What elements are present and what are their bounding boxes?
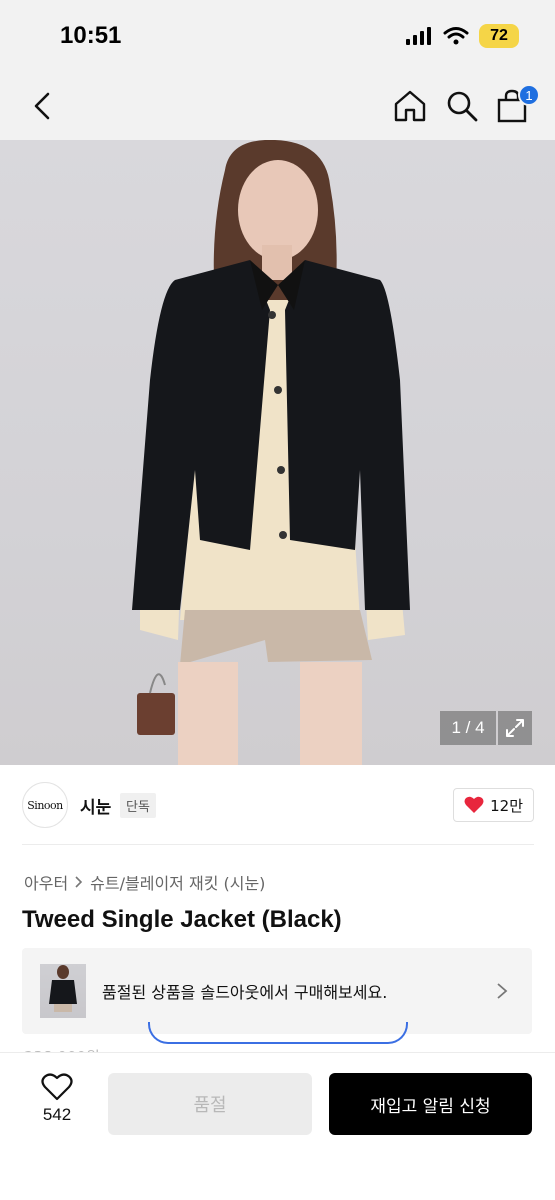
chevron-left-icon[interactable] xyxy=(26,88,62,124)
soldout-thumbnail xyxy=(40,964,86,1018)
brand-logo-text: Sinoon xyxy=(27,798,63,812)
product-title: Tweed Single Jacket (Black) xyxy=(22,906,342,933)
status-bar: 10:51 72 xyxy=(0,0,555,72)
brand-logo[interactable]: Sinoon xyxy=(22,782,68,828)
chevron-right-icon xyxy=(497,983,508,999)
product-image[interactable]: 1 / 4 xyxy=(0,140,555,765)
breadcrumb-subcategory[interactable]: 슈트/블레이저 재킷 (시눈) xyxy=(90,870,265,894)
exclusive-badge: 단독 xyxy=(120,793,156,818)
wishlist-button[interactable]: 542 xyxy=(30,1073,84,1135)
model-photo xyxy=(132,140,410,765)
nav-bar: 1 xyxy=(0,72,555,140)
soldout-banner-text: 품절된 상품을 솔드아웃에서 구매해보세요. xyxy=(102,983,388,1002)
like-count: 12만 xyxy=(490,796,523,815)
wishlist-count: 542 xyxy=(42,1105,72,1124)
bottom-action-bar: 542 품절 재입고 알림 신청 xyxy=(0,1052,555,1200)
expand-button[interactable] xyxy=(498,711,532,745)
heart-filled-icon xyxy=(464,796,484,813)
brand-name[interactable]: 시눈 xyxy=(80,793,111,818)
battery-indicator: 72 xyxy=(479,24,519,48)
status-icons: 72 xyxy=(405,24,519,48)
soldout-button: 품절 xyxy=(108,1073,312,1135)
cart-button[interactable]: 1 xyxy=(494,84,540,124)
home-icon[interactable] xyxy=(392,88,428,124)
restock-alert-button[interactable]: 재입고 알림 신청 xyxy=(329,1073,532,1135)
image-counter: 1 / 4 xyxy=(440,711,496,745)
search-icon[interactable] xyxy=(444,88,480,124)
divider xyxy=(22,844,534,845)
breadcrumb-category[interactable]: 아우터 xyxy=(24,870,68,894)
cart-badge: 1 xyxy=(518,84,540,106)
heart-outline-icon xyxy=(41,1073,73,1101)
signal-icon xyxy=(406,27,431,45)
breadcrumb: 아우터 슈트/블레이저 재킷 (시눈) xyxy=(24,870,265,894)
status-time: 10:51 xyxy=(60,22,122,49)
floating-pill[interactable] xyxy=(148,1022,408,1044)
expand-icon xyxy=(506,719,524,737)
brand-row: Sinoon 시눈 단독 12만 xyxy=(22,780,534,830)
like-button[interactable]: 12만 xyxy=(453,788,534,822)
chevron-right-icon xyxy=(75,876,83,888)
wifi-icon xyxy=(443,27,469,45)
